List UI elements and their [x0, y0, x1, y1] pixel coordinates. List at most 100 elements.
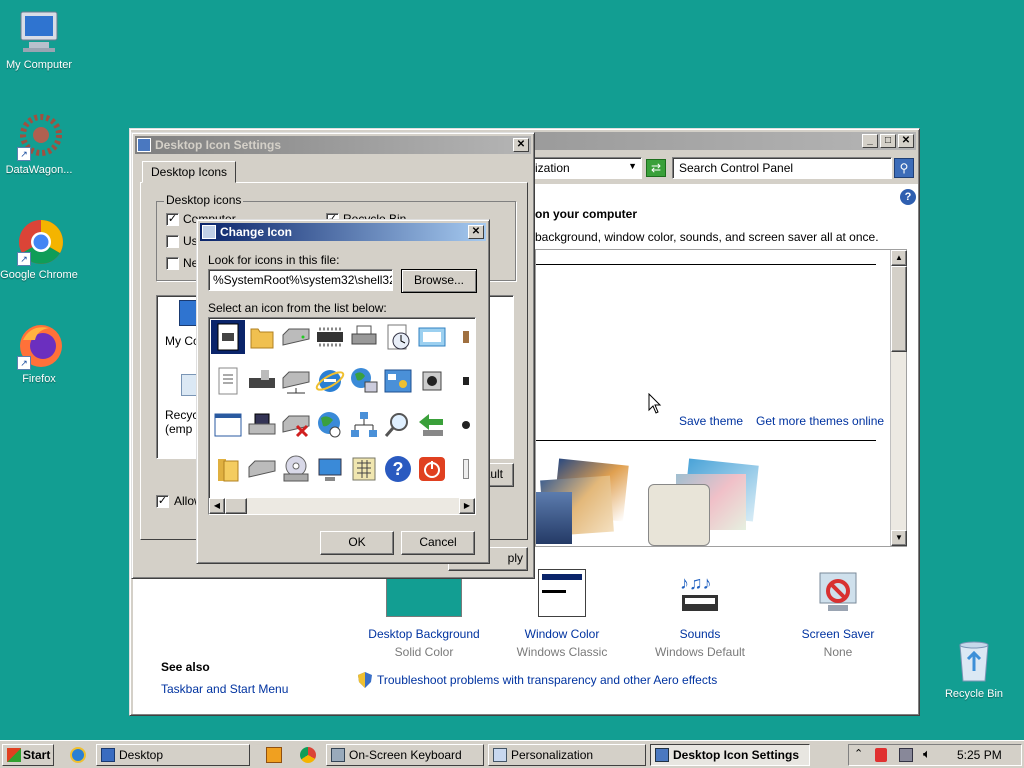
tray-volume-icon[interactable]: 🔈︎ [923, 746, 931, 762]
close-button[interactable]: ✕ [468, 225, 484, 239]
scroll-left-button[interactable]: ◀ [209, 498, 225, 514]
theme-divider [536, 440, 876, 441]
cancel-button[interactable]: Cancel [401, 531, 475, 555]
clock-document-icon[interactable] [381, 320, 415, 354]
scroll-thumb[interactable] [225, 498, 247, 514]
theme-list[interactable]: Save theme Get more themes online ▲ ▼ [535, 249, 907, 547]
window-color-icon [538, 569, 586, 617]
start-button[interactable]: Start [2, 744, 54, 766]
tab-desktop-icons[interactable]: Desktop Icons [142, 161, 237, 183]
control-panel-icon[interactable] [381, 364, 415, 398]
search-placeholder: Search Control Panel [679, 161, 794, 175]
green-arrow-icon[interactable] [415, 408, 449, 442]
taskbar-item-on-screen-keyboard[interactable]: On-Screen Keyboard [326, 744, 484, 766]
window-color-item[interactable]: Window Color Windows Classic [498, 569, 626, 659]
scroll-right-button[interactable]: ▶ [459, 498, 475, 514]
tray-network-icon[interactable] [899, 748, 913, 762]
drive-icon[interactable] [279, 320, 313, 354]
taskbar-item-desktop[interactable]: Desktop [96, 744, 250, 766]
theme-thumbnail[interactable] [646, 458, 766, 546]
desktop-icon-my-computer[interactable]: My Computer [0, 8, 78, 71]
taskbar-item-personalization[interactable]: Personalization [488, 744, 646, 766]
monitor-icon[interactable] [313, 452, 347, 486]
help-question-icon[interactable]: ? [381, 452, 415, 486]
internet-explorer-icon[interactable] [313, 364, 347, 398]
partial-icon[interactable] [449, 452, 475, 486]
calculator-icon[interactable] [347, 452, 381, 486]
text-document-icon[interactable] [211, 364, 245, 398]
desktop-background-item[interactable]: Desktop Background Solid Color [360, 569, 488, 659]
button-label: Browse... [413, 273, 464, 287]
close-button[interactable]: ✕ [898, 134, 914, 148]
partial-icon[interactable] [449, 408, 475, 442]
scroll-thumb[interactable] [891, 266, 907, 352]
disconnected-drive-icon[interactable] [279, 408, 313, 442]
network-drive-icon[interactable] [245, 364, 279, 398]
look-for-label: Look for icons in this file: [208, 253, 340, 267]
users-checkbox[interactable] [166, 235, 179, 248]
ok-button[interactable]: OK [320, 531, 394, 555]
desktop-icon-datawagon[interactable]: ↗ DataWagon... [0, 113, 78, 176]
partial-icon[interactable] [449, 320, 475, 354]
network-icon[interactable] [347, 408, 381, 442]
file-path-value: %SystemRoot%\system32\shell32.d [213, 273, 393, 287]
theme-thumbnail[interactable] [536, 458, 636, 546]
power-icon[interactable] [415, 452, 449, 486]
media-player-icon[interactable] [266, 747, 282, 763]
troubleshoot-link[interactable]: Troubleshoot problems with transparency … [377, 673, 717, 687]
taskbar-label: Desktop Icon Settings [673, 748, 800, 762]
speaker-icon[interactable] [415, 364, 449, 398]
page-heading: on your computer [535, 207, 638, 221]
refresh-icon[interactable]: ⇄ [646, 159, 666, 177]
maximize-button[interactable]: □ [880, 134, 896, 148]
window-icon[interactable] [415, 320, 449, 354]
clock[interactable]: 5:25 PM [957, 748, 1002, 762]
close-button[interactable]: ✕ [513, 138, 529, 152]
save-theme-link[interactable]: Save theme [679, 414, 743, 428]
cd-drive-icon[interactable] [279, 452, 313, 486]
desktop-icon-firefox[interactable]: ↗ Firefox [0, 322, 78, 385]
chevron-down-icon[interactable]: ▼ [628, 161, 637, 171]
application-window-icon[interactable] [211, 408, 245, 442]
icon-grid-scrollbar[interactable]: ◀ ▶ [209, 498, 475, 514]
chip-icon[interactable] [313, 320, 347, 354]
icon-grid[interactable]: ? ◀ ▶ [208, 317, 476, 515]
file-path-input[interactable]: %SystemRoot%\system32\shell32.d [208, 269, 393, 291]
desktop-icon-chrome[interactable]: ↗ Google Chrome [0, 218, 78, 281]
address-bar[interactable]: ization ▼ [530, 157, 642, 179]
help-icon[interactable]: ? [900, 189, 916, 205]
taskbar-item-desktop-icon-settings[interactable]: Desktop Icon Settings [650, 744, 810, 766]
tray-security-icon[interactable] [875, 748, 887, 762]
folder-icon[interactable] [245, 320, 279, 354]
search-icon[interactable]: ⚲ [894, 158, 914, 178]
partial-icon[interactable] [449, 364, 475, 398]
floppy-drive-icon[interactable] [245, 408, 279, 442]
printer-icon[interactable] [347, 320, 381, 354]
shortcut-arrow-icon: ↗ [17, 252, 31, 266]
minimize-button[interactable]: _ [862, 134, 878, 148]
allow-themes-checkbox[interactable]: ✓ [156, 495, 169, 508]
desktop-icon-recycle-bin[interactable]: Recycle Bin [935, 637, 1013, 700]
globe-search-icon[interactable] [313, 408, 347, 442]
scroll-down-button[interactable]: ▼ [891, 530, 907, 546]
quicklaunch-ie-icon[interactable] [70, 747, 86, 763]
browse-button[interactable]: Browse... [401, 269, 477, 293]
magnifier-icon[interactable] [381, 408, 415, 442]
server-icon[interactable] [279, 364, 313, 398]
scroll-up-button[interactable]: ▲ [891, 250, 907, 266]
folder-icon[interactable] [211, 452, 245, 486]
search-input[interactable]: Search Control Panel [672, 157, 892, 179]
taskbar-start-menu-link[interactable]: Taskbar and Start Menu [161, 682, 288, 696]
theme-divider [536, 264, 876, 265]
tray-expand-icon[interactable]: ⌃ [854, 747, 863, 760]
theme-list-scrollbar[interactable]: ▲ ▼ [890, 250, 907, 546]
file-icon[interactable] [211, 320, 245, 354]
hard-drive-icon[interactable] [245, 452, 279, 486]
screen-saver-item[interactable]: Screen Saver None [774, 569, 902, 659]
chrome-taskbar-icon[interactable] [300, 747, 316, 763]
computer-checkbox[interactable]: ✓ [166, 213, 179, 226]
network-checkbox[interactable] [166, 257, 179, 270]
sounds-item[interactable]: ♪♫♪ Sounds Windows Default [636, 569, 764, 659]
more-themes-link[interactable]: Get more themes online [756, 414, 884, 428]
globe-computer-icon[interactable] [347, 364, 381, 398]
